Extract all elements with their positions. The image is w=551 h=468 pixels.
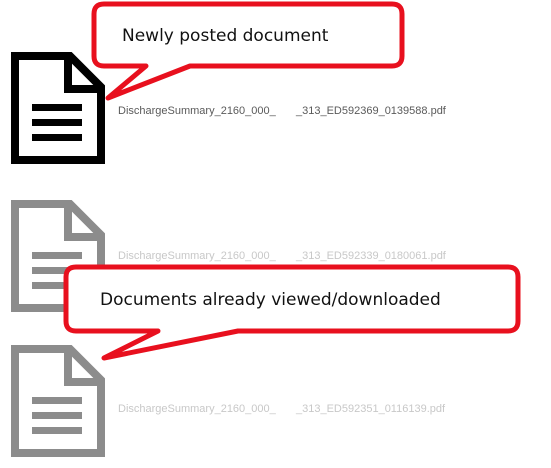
callout-viewed-documents: Documents already viewed/downloaded [0, 0, 551, 400]
filename-end: _313_ED592351_0116139.pdf [296, 403, 446, 415]
callout-label: Documents already viewed/downloaded [100, 290, 441, 310]
filename-start: DischargeSummary_2160_000_ [118, 403, 276, 415]
document-filename[interactable]: DischargeSummary_2160_000_ _313_ED592351_… [118, 403, 445, 415]
